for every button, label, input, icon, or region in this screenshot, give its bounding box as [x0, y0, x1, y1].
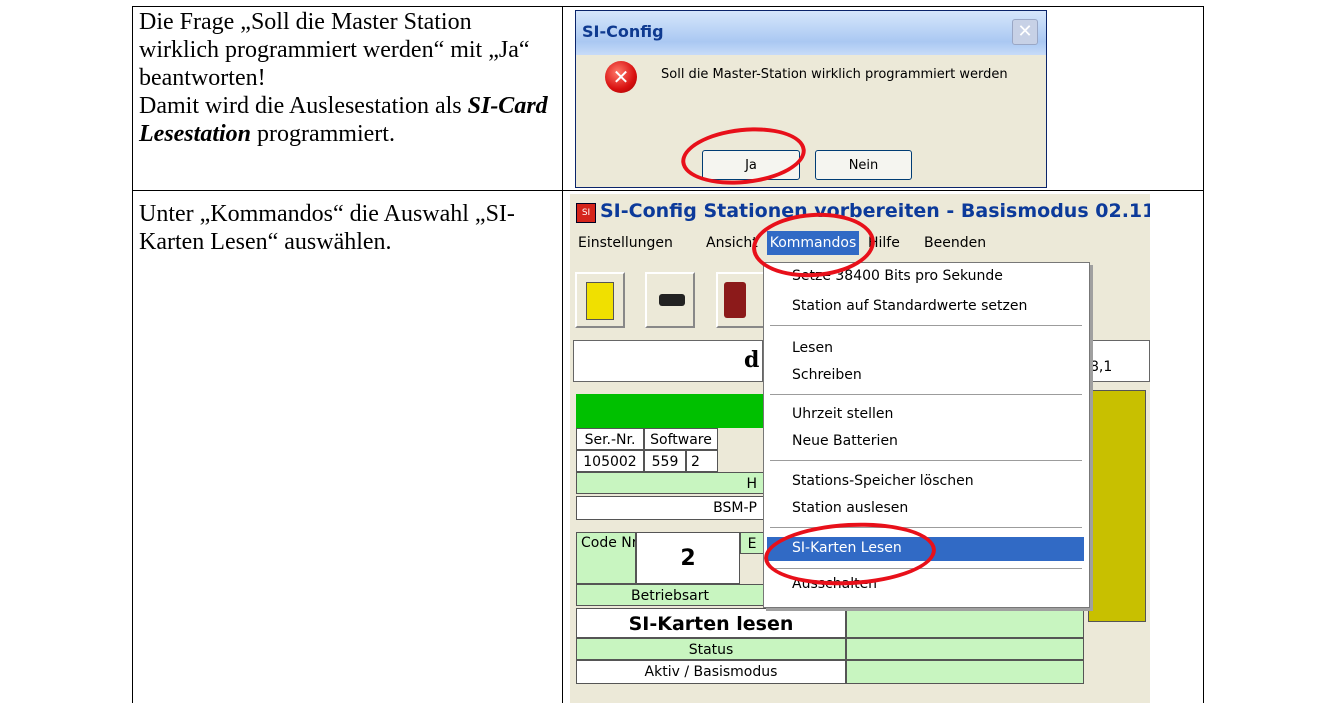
menu-separator — [770, 325, 1082, 326]
table-border-right — [1203, 6, 1204, 703]
menu-separator — [770, 394, 1082, 395]
header-software: Software — [644, 428, 718, 450]
code-label: Code Nr. — [576, 532, 636, 584]
toolbar-button-1[interactable] — [575, 272, 625, 328]
toolbar-button-2[interactable] — [645, 272, 695, 328]
cell-bsm: BSM-P — [576, 496, 764, 520]
aktiv-green — [846, 660, 1084, 684]
app-title: SI-Config Stationen vorbereiten - Basism… — [600, 200, 1150, 222]
green-bar — [576, 394, 764, 428]
mode-green — [846, 608, 1084, 638]
menu-item-lesen[interactable]: Lesen — [792, 340, 833, 356]
row1-text-mid: Damit wird die Auslesestation als — [139, 93, 468, 119]
dialog-title: SI-Config — [582, 22, 664, 41]
menu-separator — [770, 460, 1082, 461]
mode-value: SI-Karten lesen — [576, 608, 846, 638]
dialog-message: Soll die Master-Station wirklich program… — [661, 67, 1008, 82]
door-icon — [586, 282, 614, 320]
menu-item-standardwerte[interactable]: Station auf Standardwerte setzen — [792, 298, 1027, 314]
field-81-text: 8,1 — [1090, 359, 1113, 375]
row1-text-prefix: Die Frage „Soll die Master Station wirkl… — [139, 9, 530, 91]
menu-item-auslesen[interactable]: Station auslesen — [792, 500, 908, 516]
value-2: 2 — [686, 450, 718, 472]
menu-item-schreiben[interactable]: Schreiben — [792, 367, 862, 383]
no-button[interactable]: Nein — [815, 150, 912, 180]
aktiv-label: Aktiv / Basismodus — [576, 660, 846, 684]
betriebsart-label: Betriebsart — [576, 584, 764, 606]
connector-icon — [659, 294, 685, 306]
olive-bar — [1088, 390, 1146, 622]
value-software: 559 — [644, 450, 686, 472]
cell-h: H — [576, 472, 764, 494]
confirm-dialog: SI-Config ✕ ✕ Soll die Master-Station wi… — [575, 10, 1047, 188]
row1-instruction: Die Frage „Soll die Master Station wirkl… — [139, 8, 549, 148]
table-border-top — [132, 6, 1204, 7]
menu-item-uhrzeit[interactable]: Uhrzeit stellen — [792, 406, 893, 422]
value-sernr: 105002 — [576, 450, 644, 472]
menu-item-batterien[interactable]: Neue Batterien — [792, 433, 898, 449]
code-value: 2 — [636, 532, 740, 584]
status-green — [846, 638, 1084, 660]
app-logo-icon: SI — [576, 203, 596, 223]
field-d-text: d — [744, 347, 760, 373]
table-border-mid — [132, 190, 1204, 191]
cell-e: E — [740, 532, 764, 554]
table-border-left — [132, 6, 133, 703]
row1-text-suffix: programmiert. — [251, 121, 395, 147]
row2-text: Unter „Kommandos“ die Auswahl „SI-Karten… — [139, 201, 515, 255]
menu-item-speicher-loeschen[interactable]: Stations-Speicher löschen — [792, 473, 974, 489]
status-field: d — [573, 340, 763, 382]
header-sernr: Ser.-Nr. — [576, 428, 644, 450]
status-field-right: 8,1 — [1086, 340, 1150, 382]
menu-einstellungen[interactable]: Einstellungen — [578, 235, 673, 251]
table-border-center — [562, 6, 563, 703]
toolbar-button-3[interactable] — [716, 272, 766, 328]
status-label: Status — [576, 638, 846, 660]
row2-instruction: Unter „Kommandos“ die Auswahl „SI-Karten… — [139, 200, 539, 256]
close-icon[interactable]: ✕ — [1012, 19, 1038, 45]
error-icon: ✕ — [605, 61, 637, 93]
menu-ansicht[interactable]: Ansicht — [706, 235, 758, 251]
dialog-titlebar: SI-Config ✕ — [576, 11, 1046, 55]
search-icon — [724, 282, 746, 318]
menu-beenden[interactable]: Beenden — [924, 235, 986, 251]
